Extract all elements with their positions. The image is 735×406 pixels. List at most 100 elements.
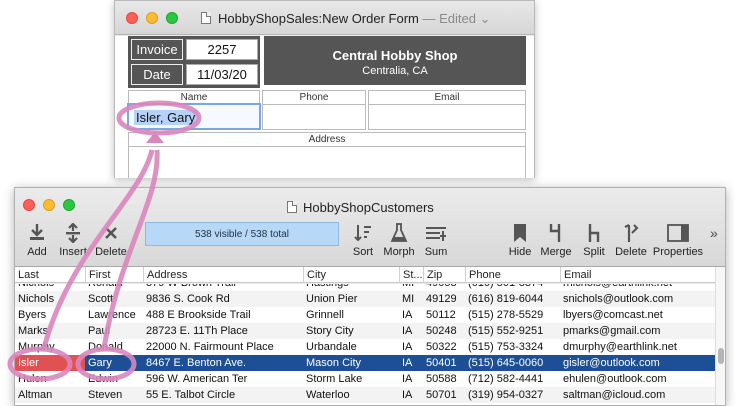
cell-zip[interactable]: 50112: [423, 307, 465, 323]
cell-email[interactable]: dmurphy@earthlink.net: [560, 339, 715, 355]
table-row[interactable]: Murphy Donald 22000 N. Fairmount Place Urba…: [15, 339, 715, 355]
hide-button[interactable]: Hide: [506, 222, 534, 258]
cell-first[interactable]: Lawrence: [85, 307, 143, 323]
zoom-icon[interactable]: [166, 12, 178, 24]
col-email[interactable]: Email: [560, 267, 715, 283]
cell-state[interactable]: MI: [399, 284, 423, 291]
cell-email[interactable]: rnichols@earthlink.net: [560, 284, 715, 291]
col-last[interactable]: Last: [15, 267, 85, 283]
cell-city[interactable]: Mason City: [303, 355, 399, 371]
table-row[interactable]: Hulen Edwin 596 W. American Ter Storm Lake I…: [15, 371, 715, 387]
delete-field-button[interactable]: Delete: [614, 222, 648, 258]
col-city[interactable]: City: [303, 267, 399, 283]
cell-city[interactable]: Waterloo: [303, 387, 399, 403]
cell-first[interactable]: Paul: [85, 323, 143, 339]
cell-address[interactable]: 488 E Brookside Trail: [143, 307, 303, 323]
name-field[interactable]: Isler, Gary: [127, 103, 261, 130]
col-zip[interactable]: Zip: [423, 267, 465, 283]
cell-email[interactable]: ehulen@outlook.com: [560, 371, 715, 387]
cell-address[interactable]: 28723 E. 11Th Place: [143, 323, 303, 339]
table-row[interactable]: Altman Steven 55 E. Talbot Circle Waterloo I…: [15, 387, 715, 403]
close-icon[interactable]: [23, 199, 35, 211]
cell-email[interactable]: snichols@outlook.com: [560, 291, 715, 307]
cell-last[interactable]: Isler: [15, 355, 85, 371]
date-field[interactable]: 11/03/20: [186, 64, 258, 85]
cell-phone[interactable]: (616) 819-6044: [465, 291, 560, 307]
cell-phone[interactable]: (712) 582-4441: [465, 371, 560, 387]
table-row[interactable]: Byers Lawrence 488 E Brookside Trail Grinne…: [15, 307, 715, 323]
cell-last[interactable]: Nichols: [15, 284, 85, 291]
phone-field[interactable]: [262, 104, 366, 130]
cell-zip[interactable]: 50588: [423, 371, 465, 387]
cell-city[interactable]: Storm Lake: [303, 371, 399, 387]
col-address[interactable]: Address: [143, 267, 303, 283]
address-field[interactable]: [129, 147, 525, 178]
cell-email[interactable]: saltman@icloud.com: [560, 387, 715, 403]
minimize-icon[interactable]: [43, 199, 55, 211]
scroll-thumb[interactable]: [718, 348, 724, 364]
cell-phone[interactable]: (319) 954-0327: [465, 387, 560, 403]
cell-city[interactable]: Story City: [303, 323, 399, 339]
cell-state[interactable]: IA: [399, 355, 423, 371]
table-row[interactable]: Isler Gary 8467 E. Benton Ave. Mason City IA…: [15, 355, 715, 371]
col-phone[interactable]: Phone: [465, 267, 560, 283]
cell-last[interactable]: Marks: [15, 323, 85, 339]
cell-last[interactable]: Byers: [15, 307, 85, 323]
cell-address[interactable]: 55 E. Talbot Circle: [143, 387, 303, 403]
cell-phone[interactable]: (515) 645-0060: [465, 355, 560, 371]
cell-phone[interactable]: (515) 552-9251: [465, 323, 560, 339]
cell-last[interactable]: Nichols: [15, 291, 85, 307]
cell-last[interactable]: Hulen: [15, 371, 85, 387]
close-icon[interactable]: [126, 12, 138, 24]
zoom-icon[interactable]: [63, 199, 75, 211]
cell-city[interactable]: Grinnell: [303, 307, 399, 323]
cell-first[interactable]: Scott: [85, 291, 143, 307]
col-state[interactable]: St...: [399, 267, 423, 283]
cell-zip[interactable]: 50322: [423, 339, 465, 355]
cell-first[interactable]: Gary: [85, 355, 143, 371]
cell-city[interactable]: Union Pier: [303, 291, 399, 307]
cell-state[interactable]: IA: [399, 323, 423, 339]
col-first[interactable]: First: [85, 267, 143, 283]
split-button[interactable]: Split: [580, 222, 608, 258]
merge-button[interactable]: Merge: [539, 222, 573, 258]
cell-email[interactable]: lbyers@comcast.net: [560, 307, 715, 323]
cell-address[interactable]: 596 W. American Ter: [143, 371, 303, 387]
cell-state[interactable]: IA: [399, 387, 423, 403]
cell-zip[interactable]: 49058: [423, 284, 465, 291]
delete-button[interactable]: Delete: [93, 222, 129, 258]
cell-first[interactable]: Ronald: [85, 284, 143, 291]
cell-zip[interactable]: 49129: [423, 291, 465, 307]
table-row[interactable]: Marks Paul 28723 E. 11Th Place Story City IA…: [15, 323, 715, 339]
cell-address[interactable]: 22000 N. Fairmount Place: [143, 339, 303, 355]
add-button[interactable]: Add: [23, 222, 51, 258]
cell-zip[interactable]: 50401: [423, 355, 465, 371]
invoice-field[interactable]: 2257: [186, 39, 258, 60]
cell-state[interactable]: IA: [399, 371, 423, 387]
cell-first[interactable]: Steven: [85, 387, 143, 403]
morph-button[interactable]: Morph: [381, 222, 417, 258]
cell-first[interactable]: Donald: [85, 339, 143, 355]
cell-address[interactable]: 8467 E. Benton Ave.: [143, 355, 303, 371]
cell-last[interactable]: Murphy: [15, 339, 85, 355]
cell-phone[interactable]: (616) 801-8374: [465, 284, 560, 291]
cell-address[interactable]: 379 W Brown Trail: [143, 284, 303, 291]
email-field[interactable]: [368, 104, 526, 130]
cell-state[interactable]: MI: [399, 291, 423, 307]
cell-zip[interactable]: 50248: [423, 323, 465, 339]
cell-email[interactable]: pmarks@gmail.com: [560, 323, 715, 339]
cell-email[interactable]: gisler@outlook.com: [560, 355, 715, 371]
edited-indicator[interactable]: — Edited ⌄: [422, 11, 490, 26]
minimize-icon[interactable]: [146, 12, 158, 24]
cell-phone[interactable]: (515) 278-5529: [465, 307, 560, 323]
sort-button[interactable]: Sort: [348, 222, 378, 258]
cell-city[interactable]: Urbandale: [303, 339, 399, 355]
cell-first[interactable]: Edwin: [85, 371, 143, 387]
cell-city[interactable]: Hastings: [303, 284, 399, 291]
insert-button[interactable]: Insert: [55, 222, 91, 258]
toolbar-overflow-icon[interactable]: »: [710, 225, 718, 241]
cell-phone[interactable]: (515) 753-3324: [465, 339, 560, 355]
properties-button[interactable]: Properties: [652, 222, 704, 258]
table-row[interactable]: NicholsRonald379 W Brown TrailHastingsMI…: [15, 284, 715, 291]
table-row[interactable]: Nichols Scott 9836 S. Cook Rd Union Pier MI 4…: [15, 291, 715, 307]
